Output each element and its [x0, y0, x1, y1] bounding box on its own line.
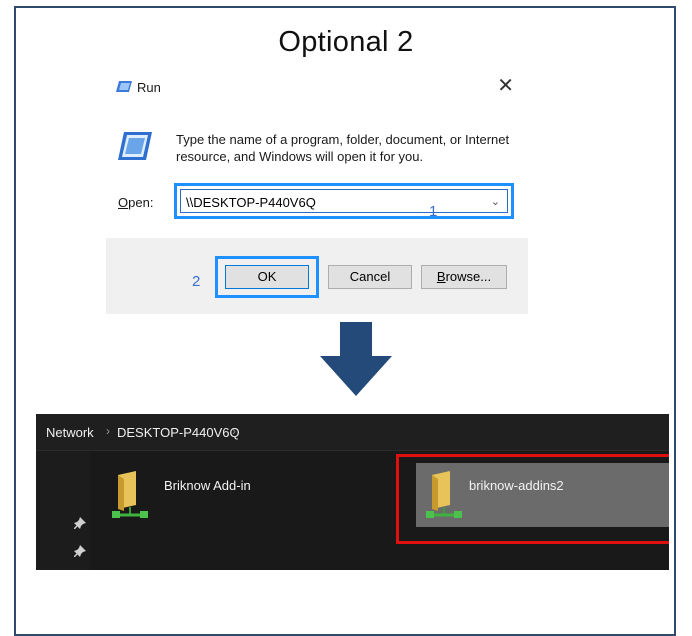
navigation-pane [36, 451, 90, 570]
chevron-right-icon[interactable]: › [232, 424, 236, 438]
breadcrumb-desktop[interactable]: DESKTOP-P440V6Q [117, 425, 240, 440]
run-titlebar: Run ✕ [106, 70, 528, 104]
pin-icon[interactable] [74, 545, 86, 557]
browse-button[interactable]: Browse... [421, 265, 507, 289]
open-label-accel: O [118, 195, 129, 210]
content-pane: Briknow Add-in briknow-addins2 [90, 451, 669, 570]
run-dialog: Run ✕ Type the name of a program, folder… [106, 70, 528, 314]
down-arrow-icon [320, 322, 392, 396]
cancel-button[interactable]: Cancel [328, 265, 412, 289]
ok-button[interactable]: OK [225, 265, 309, 289]
annotation-2: 2 [192, 273, 201, 290]
open-combobox[interactable]: \\DESKTOP-P440V6Q 1 ⌄ [174, 183, 514, 220]
pin-icon[interactable] [74, 517, 86, 529]
open-label-rest: pen: [128, 195, 154, 210]
open-combobox-inner: \\DESKTOP-P440V6Q 1 ⌄ [180, 189, 508, 220]
folder-label: Briknow Add-in [164, 478, 251, 493]
open-input[interactable]: \\DESKTOP-P440V6Q [186, 195, 316, 210]
folder-item[interactable]: Briknow Add-in [110, 471, 310, 531]
file-explorer: Network › DESKTOP-P440V6Q › Briknow Add-… [36, 414, 669, 570]
chevron-down-icon[interactable]: ⌄ [491, 195, 500, 208]
browse-label-accel: B [436, 269, 446, 284]
browse-label-rest: rowse... [445, 269, 492, 284]
breadcrumb-network[interactable]: Network [46, 425, 94, 440]
chevron-right-icon: › [106, 424, 110, 438]
network-folder-icon [112, 471, 148, 518]
open-label: Open: [118, 195, 153, 210]
run-icon [118, 132, 152, 160]
button-bar: 2 OK Cancel Browse... [106, 238, 528, 314]
run-description: Type the name of a program, folder, docu… [176, 132, 510, 164]
address-bar: Network › DESKTOP-P440V6Q › [36, 414, 669, 451]
run-icon [116, 81, 132, 92]
slide-title: Optional 2 [278, 26, 414, 58]
run-title: Run [137, 80, 161, 95]
close-icon[interactable]: ✕ [497, 76, 514, 96]
annotation-1: 1 [429, 203, 438, 220]
selection-highlight-box [396, 454, 669, 544]
